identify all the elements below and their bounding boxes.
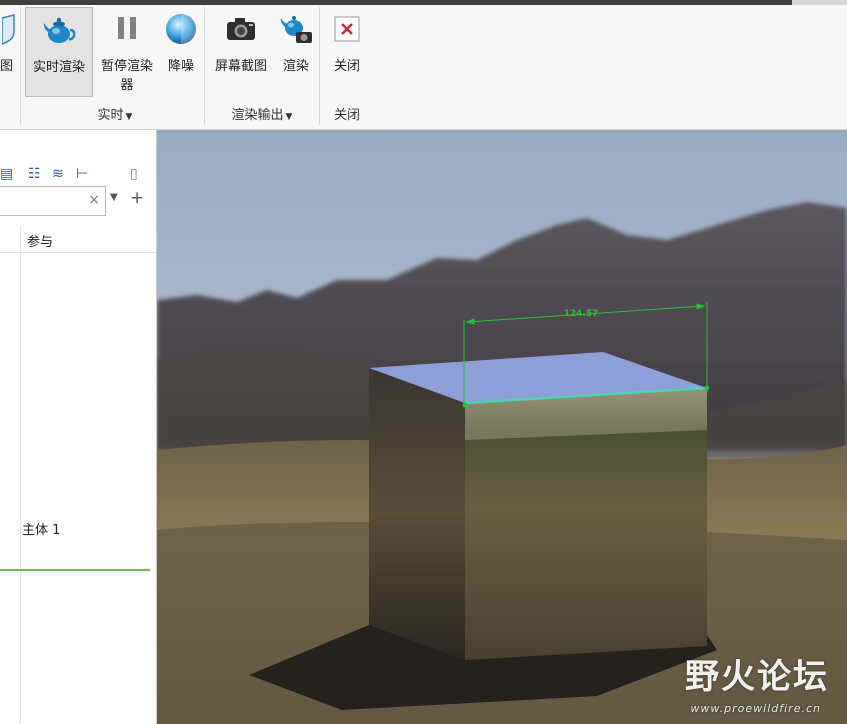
denoise-sphere-icon	[166, 14, 196, 44]
group-divider	[319, 7, 320, 125]
close-button[interactable]: 关闭	[324, 7, 370, 97]
pause-renderer-label: 暂停渲染器	[100, 59, 153, 93]
ribbon-toolbar: 图 实时渲染 暂停渲染器 降噪 屏幕截图 渲染 关闭 实时 ▼ 渲染输出 ▼ 关…	[0, 5, 847, 130]
render-button[interactable]: 渲染	[276, 7, 316, 97]
add-icon[interactable]: +	[130, 188, 144, 208]
tree-search-input[interactable]	[0, 187, 84, 215]
render-scene: 124.57	[157, 130, 847, 724]
tree-columns-icon[interactable]: ☷	[28, 166, 41, 182]
column-divider	[20, 226, 21, 724]
tree-settings-icon[interactable]: ▤	[0, 166, 13, 182]
pause-renderer-button[interactable]: 暂停渲染器	[94, 7, 160, 97]
realtime-render-button[interactable]: 实时渲染	[25, 7, 93, 97]
column-header-participate[interactable]: 参与	[27, 231, 53, 250]
tree-search-field[interactable]: ×	[0, 186, 106, 216]
screenshot-label: 屏幕截图	[214, 59, 267, 74]
group-divider	[20, 7, 21, 125]
teapot-render-icon	[43, 17, 76, 43]
close-label: 关闭	[333, 59, 360, 74]
model-tree-panel: ▤ ☷ ≋ ⊢ ▯ × ▼ + 参与 主体 1	[0, 130, 157, 724]
camera-icon	[227, 18, 255, 40]
watermark-logo: 野火论坛	[685, 657, 829, 697]
chevron-down-icon: ▼	[285, 112, 293, 122]
tree-row-body[interactable]: 主体 1	[22, 519, 60, 538]
denoise-button[interactable]: 降噪	[160, 7, 202, 97]
teapot-camera-icon	[280, 16, 312, 43]
cube-side-face	[369, 368, 465, 660]
group-render-output[interactable]: 渲染输出 ▼	[222, 104, 302, 123]
tree-column-header: 参与	[0, 226, 156, 253]
realtime-render-label: 实时渲染	[32, 60, 85, 75]
search-dropdown-icon[interactable]: ▼	[110, 192, 118, 203]
shield-icon	[2, 14, 15, 45]
group-realtime[interactable]: 实时 ▼	[80, 104, 150, 123]
watermark-url: www.proewildfire.cn	[690, 702, 821, 715]
chevron-down-icon: ▼	[125, 112, 133, 122]
group-realtime-label: 实时	[97, 108, 124, 123]
denoise-label: 降噪	[167, 59, 194, 74]
group-render-output-label: 渲染输出	[231, 108, 284, 123]
close-x-icon	[334, 16, 360, 42]
dimension-value: 124.57	[564, 309, 599, 319]
document-icon[interactable]: ▯	[130, 166, 138, 182]
render-viewport[interactable]: 124.57 野火论坛 www.proewildfire.cn	[157, 130, 847, 724]
group-close: 关闭	[324, 104, 370, 123]
tree-filter-icon[interactable]: ⊢	[76, 166, 88, 182]
layers-icon[interactable]: ≋	[52, 166, 64, 182]
prev-group-label: 图	[0, 59, 14, 74]
group-close-label: 关闭	[333, 108, 360, 123]
render-label: 渲染	[282, 59, 309, 74]
selection-underline	[0, 569, 150, 571]
screenshot-button[interactable]: 屏幕截图	[207, 7, 275, 97]
group-divider	[204, 7, 205, 125]
pause-icon	[118, 17, 136, 39]
prev-group-button[interactable]: 图	[0, 7, 18, 97]
clear-icon[interactable]: ×	[88, 192, 100, 208]
